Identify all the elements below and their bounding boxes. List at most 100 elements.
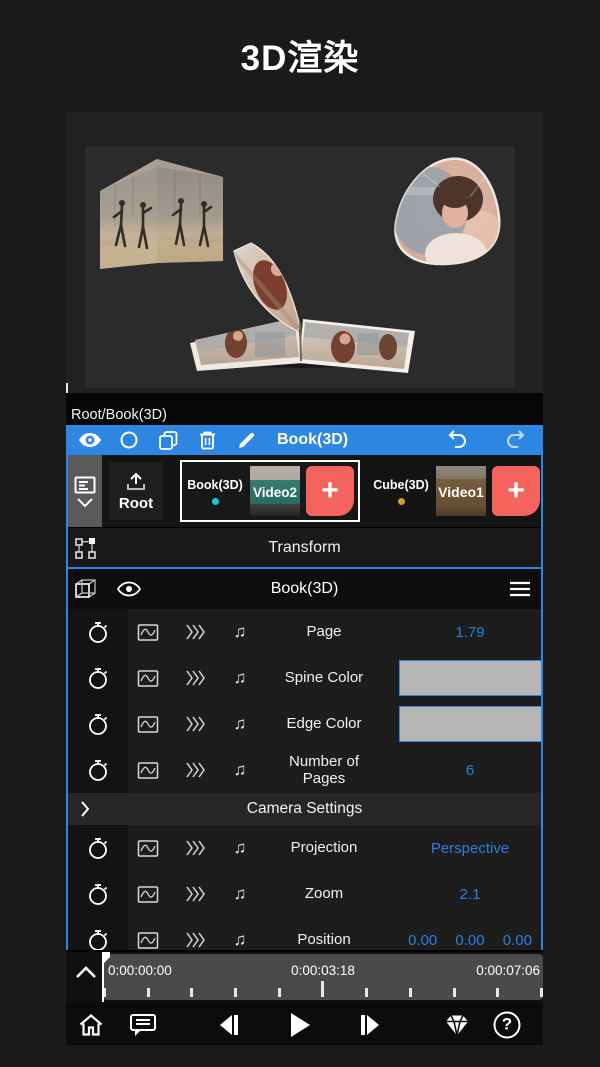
add-layer-button[interactable]: + [492, 466, 540, 516]
next-frame-icon [361, 1014, 379, 1035]
layer-strip: Root Book(3D) Video2 + Cube(3D) Video1 + [68, 455, 541, 527]
home-button[interactable] [78, 1012, 105, 1037]
play-button[interactable] [288, 1011, 312, 1039]
gem-icon [446, 1014, 468, 1036]
scene-3d [100, 157, 501, 373]
graph-editor-icon[interactable] [137, 885, 159, 904]
preview-area [66, 112, 543, 393]
panel-title: Book(3D) [270, 580, 339, 597]
ease-icon[interactable] [185, 839, 205, 857]
delete-icon[interactable] [195, 429, 219, 451]
collapse-chevron-up-icon[interactable] [75, 966, 97, 979]
ease-icon[interactable] [185, 761, 205, 779]
selection-frame: Root Book(3D) Video2 + Cube(3D) Video1 +… [66, 455, 543, 950]
transform-section[interactable]: Transform [68, 527, 541, 567]
ease-icon[interactable] [185, 931, 205, 949]
property-label: Number of Pages [288, 752, 360, 787]
stopwatch-button[interactable] [68, 655, 128, 701]
position-values: 0.00 0.00 0.00 [399, 932, 541, 949]
property-value[interactable]: 6 [399, 762, 541, 779]
audio-react-icon[interactable]: ♫ [231, 760, 249, 780]
stopwatch-button[interactable] [68, 747, 128, 793]
property-row-projection: ♫ Projection Perspective [68, 825, 541, 871]
position-y[interactable]: 0.00 [455, 932, 484, 949]
layer-list-toggle[interactable] [68, 455, 102, 527]
select-circle-icon[interactable] [117, 429, 141, 451]
stopwatch-button[interactable] [68, 825, 128, 871]
add-layer-button[interactable]: + [306, 466, 354, 516]
color-swatch[interactable] [399, 706, 541, 742]
audio-react-icon[interactable]: ♫ [231, 668, 249, 688]
properties-panel: Book(3D) ♫ Page 1.79 ♫ Spine Color ♫ Edg… [68, 567, 541, 950]
undo-icon[interactable] [444, 429, 468, 451]
redo-icon[interactable] [505, 429, 529, 451]
position-x[interactable]: 0.00 [408, 932, 437, 949]
layer-group-cube[interactable]: Cube(3D) Video1 + [372, 466, 540, 516]
position-z[interactable]: 0.00 [503, 932, 532, 949]
chevron-down-icon [77, 497, 93, 507]
property-row-edge-color: ♫ Edge Color [68, 701, 541, 747]
ease-icon[interactable] [185, 669, 205, 687]
previous-frame-icon [220, 1014, 238, 1035]
next-frame-button[interactable] [357, 1012, 383, 1038]
timecode-middle: 0:00:03:18 [291, 963, 355, 978]
audio-react-icon[interactable]: ♫ [231, 930, 249, 950]
ruler-ticks [103, 981, 543, 997]
panel-header: Book(3D) [68, 569, 541, 609]
graph-editor-icon[interactable] [137, 839, 159, 858]
clip-thumbnail-video2[interactable]: Video2 [250, 466, 300, 516]
comments-button[interactable] [129, 1013, 157, 1037]
previous-frame-button[interactable] [216, 1012, 242, 1038]
sphere-object [394, 157, 501, 266]
audio-react-icon[interactable]: ♫ [231, 884, 249, 904]
help-icon: ? [493, 1011, 521, 1038]
graph-editor-icon[interactable] [137, 761, 159, 780]
root-label: Root [118, 494, 154, 512]
cube-object [100, 159, 223, 269]
graph-editor-icon[interactable] [137, 669, 159, 688]
layer-cube-label[interactable]: Cube(3D) [372, 478, 430, 505]
rename-pencil-icon[interactable] [234, 429, 258, 451]
audio-react-icon[interactable]: ♫ [231, 714, 249, 734]
graph-editor-icon[interactable] [137, 623, 159, 642]
property-value[interactable]: 1.79 [399, 624, 541, 641]
graph-editor-icon[interactable] [137, 715, 159, 734]
stopwatch-button[interactable] [68, 871, 128, 917]
property-row-number-of-pages: ♫ Number of Pages 6 [68, 747, 541, 793]
render-canvas[interactable] [85, 147, 515, 388]
ease-icon[interactable] [185, 623, 205, 641]
property-row-page: ♫ Page 1.79 [68, 609, 541, 655]
layer-book-label[interactable]: Book(3D) [186, 478, 244, 505]
graph-editor-icon[interactable] [137, 931, 159, 950]
property-label: Spine Color [284, 669, 364, 687]
color-swatch[interactable] [399, 660, 541, 696]
audio-react-icon[interactable]: ♫ [231, 622, 249, 642]
layer-group-book[interactable]: Book(3D) Video2 + [180, 460, 360, 522]
screen: 3D渲染 Root/Book(3D) Book(3D) Root Book(3D… [0, 0, 600, 1067]
timecode-end: 0:00:07:06 [476, 963, 540, 978]
home-icon [79, 1013, 103, 1036]
ease-icon[interactable] [185, 715, 205, 733]
property-value[interactable]: 2.1 [399, 886, 541, 903]
duplicate-icon[interactable] [156, 429, 180, 451]
camera-settings-section[interactable]: Camera Settings [68, 793, 541, 825]
audio-react-icon[interactable]: ♫ [231, 838, 249, 858]
list-icon [74, 476, 96, 493]
stopwatch-button[interactable] [68, 609, 128, 655]
keyframe-dot [211, 497, 219, 505]
property-value[interactable]: Perspective [399, 840, 541, 857]
chat-icon [130, 1013, 156, 1036]
help-button[interactable]: ? [493, 1011, 521, 1038]
stopwatch-button[interactable] [68, 701, 128, 747]
timeline-ruler[interactable]: 0:00:00:00 0:00:03:18 0:00:07:06 [103, 954, 543, 1000]
ease-icon[interactable] [185, 885, 205, 903]
root-button[interactable]: Root [109, 462, 163, 520]
clip-thumbnail-video1[interactable]: Video1 [436, 466, 486, 516]
section-label: Camera Settings [246, 800, 363, 817]
keyframe-dot [397, 497, 405, 505]
visibility-icon[interactable] [78, 429, 102, 451]
stopwatch-button[interactable] [68, 917, 128, 950]
property-label: Zoom [304, 885, 344, 903]
premium-button[interactable] [443, 1012, 471, 1037]
timeline: 0:00:00:00 0:00:03:18 0:00:07:06 [66, 952, 543, 1002]
